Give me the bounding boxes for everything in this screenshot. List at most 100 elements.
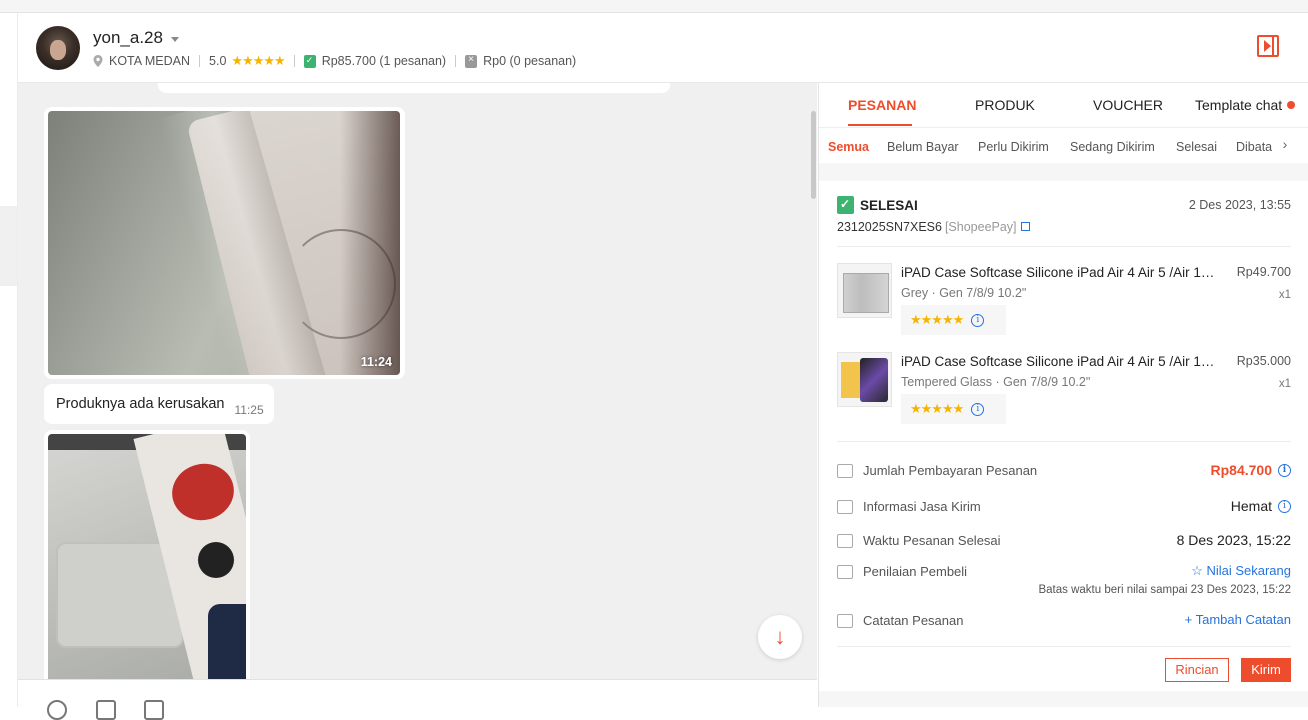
message-photo[interactable]: 11:24 xyxy=(48,111,400,375)
rating-stars-icon: ★★★★★ xyxy=(910,401,964,416)
cancelled-orders: Rp0 (0 pesanan) xyxy=(483,54,577,68)
tab-products[interactable]: PRODUK xyxy=(975,97,1035,113)
product-title[interactable]: iPAD Case Softcase Silicone iPad Air 4 A… xyxy=(901,354,1219,369)
info-icon[interactable]: i xyxy=(971,313,985,327)
details-button[interactable]: Rincian xyxy=(1165,658,1229,682)
order-item[interactable]: iPAD Case Softcase Silicone iPad Air 4 A… xyxy=(837,263,1291,343)
emoji-icon[interactable] xyxy=(47,700,67,720)
subtab-completed[interactable]: Selesai xyxy=(1176,140,1217,154)
cancelled-orders-icon xyxy=(465,54,478,68)
product-thumbnail[interactable] xyxy=(837,352,892,407)
completed-time-label: Waktu Pesanan Selesai xyxy=(863,533,1001,548)
divider xyxy=(837,246,1291,247)
rating-stars-icon: ★★★★★ xyxy=(910,312,964,327)
tab-vouchers[interactable]: VOUCHER xyxy=(1093,97,1163,113)
divider xyxy=(837,646,1291,647)
review-row: Penilaian Pembeli ☆ Nilai Sekarang xyxy=(837,563,1291,583)
order-id: 2312025SN7XES6 xyxy=(837,220,942,234)
payment-value: Rp84.700 i xyxy=(1211,462,1291,478)
username-dropdown[interactable]: yon_a.28 xyxy=(93,28,179,48)
truck-icon xyxy=(837,500,853,514)
order-status-label: SELESAI xyxy=(860,197,918,213)
product-variant: Tempered Glass · Gen 7/8/9 10.2" xyxy=(901,375,1091,389)
message-time: 11:25 xyxy=(234,403,264,417)
info-icon[interactable]: i xyxy=(1278,499,1291,513)
chat-header: yon_a.28 KOTA MEDAN 5.0 ★★★★★ Rp85.700 (… xyxy=(18,13,1308,83)
user-avatar[interactable] xyxy=(36,26,80,70)
completed-orders-icon xyxy=(303,54,316,68)
top-bar xyxy=(0,0,1308,13)
location-pin-icon xyxy=(93,55,103,67)
chevron-down-icon xyxy=(170,36,179,42)
message-time: 11:24 xyxy=(360,355,392,369)
collapse-panel-icon[interactable] xyxy=(1257,35,1279,57)
user-rating: 5.0 xyxy=(209,54,227,68)
info-icon[interactable]: i xyxy=(1278,463,1291,477)
rating-stars-icon: ★★★★★ xyxy=(231,53,285,68)
notification-dot xyxy=(1287,100,1296,109)
info-icon[interactable]: i xyxy=(971,402,985,416)
subtab-to-ship[interactable]: Perlu Dikirim xyxy=(978,140,1049,154)
completed-orders: Rp85.700 (1 pesanan) xyxy=(321,54,447,68)
order-id-row: 2312025SN7XES6 [ShopeePay] xyxy=(837,220,1030,234)
subtab-unpaid[interactable]: Belum Bayar xyxy=(887,140,959,154)
note-row: Catatan Pesanan + Tambah Catatan xyxy=(837,612,1291,632)
divider xyxy=(837,441,1291,442)
calendar-icon xyxy=(837,534,853,548)
review-icon xyxy=(837,565,853,579)
product-title[interactable]: iPAD Case Softcase Silicone iPad Air 4 A… xyxy=(901,265,1219,280)
payment-label: Jumlah Pembayaran Pesanan xyxy=(863,463,1038,478)
payment-icon xyxy=(837,464,853,478)
payment-method: [ShopeePay] xyxy=(944,220,1017,234)
product-rating: ★★★★★ i xyxy=(901,394,1006,424)
product-rating: ★★★★★ i xyxy=(901,305,1006,335)
message-photo[interactable] xyxy=(48,434,246,679)
subtab-all[interactable]: Semua xyxy=(828,140,869,154)
user-location: KOTA MEDAN xyxy=(109,54,191,68)
external-link-icon[interactable] xyxy=(1020,222,1030,231)
note-icon xyxy=(837,614,853,628)
chat-scrollbar[interactable] xyxy=(811,111,816,199)
subtab-cancelled[interactable]: Dibata xyxy=(1236,140,1272,154)
shipping-method: Hemat xyxy=(1230,498,1272,514)
product-quantity: x1 xyxy=(1278,378,1291,390)
order-panel: PESANAN PRODUK VOUCHER Template chat Sem… xyxy=(818,83,1308,707)
image-upload-icon[interactable] xyxy=(96,700,116,720)
completed-check-icon xyxy=(837,196,854,214)
image-message[interactable]: 11:24 xyxy=(44,107,405,379)
order-item[interactable]: iPAD Case Softcase Silicone iPad Air 4 A… xyxy=(837,352,1291,432)
image-message[interactable] xyxy=(44,430,250,679)
shipping-label: Informasi Jasa Kirim xyxy=(863,499,981,514)
user-meta: KOTA MEDAN 5.0 ★★★★★ Rp85.700 (1 pesanan… xyxy=(93,53,576,69)
review-deadline: Batas waktu beri nilai sampai 23 Des 202… xyxy=(1038,584,1291,596)
chevron-right-icon[interactable]: › xyxy=(1273,136,1297,156)
product-variant: Grey · Gen 7/8/9 10.2" xyxy=(901,286,1027,300)
left-sidebar-strip xyxy=(0,13,18,707)
username: yon_a.28 xyxy=(93,28,163,47)
send-button[interactable]: Kirim xyxy=(1241,658,1291,682)
scroll-to-bottom-button[interactable]: ↓ xyxy=(758,615,802,659)
product-thumbnail[interactable] xyxy=(837,263,892,318)
chat-messages[interactable]: 11:24 Produknya ada kerusakan 11:25 ↓ xyxy=(18,83,817,679)
tab-orders[interactable]: PESANAN xyxy=(848,97,916,113)
previous-message-bubble xyxy=(158,83,670,93)
completed-time-row: Waktu Pesanan Selesai 8 Des 2023, 15:22 xyxy=(837,532,1291,552)
sidebar-selected-block[interactable] xyxy=(0,206,17,286)
product-icon[interactable] xyxy=(144,700,164,720)
add-note-link[interactable]: + Tambah Catatan xyxy=(1185,612,1291,627)
payment-amount: Rp84.700 xyxy=(1210,462,1272,478)
tab-template-chat[interactable]: Template chat xyxy=(1195,97,1296,113)
product-quantity: x1 xyxy=(1278,289,1291,301)
subtab-shipping[interactable]: Sedang Dikirim xyxy=(1070,140,1155,154)
product-price: Rp35.000 xyxy=(1236,354,1291,368)
review-label: Penilaian Pembeli xyxy=(863,564,968,579)
order-date: 2 Des 2023, 13:55 xyxy=(1188,198,1291,212)
shipping-value: Hemat i xyxy=(1231,498,1291,514)
order-status: SELESAI xyxy=(837,196,918,214)
panel-tabs: PESANAN PRODUK VOUCHER Template chat xyxy=(819,83,1308,127)
tab-template-chat-label: Template chat xyxy=(1195,97,1283,113)
arrow-down-icon: ↓ xyxy=(774,624,786,649)
rate-now-link[interactable]: ☆ Nilai Sekarang xyxy=(1191,563,1291,579)
shipping-row: Informasi Jasa Kirim Hemat i xyxy=(837,498,1291,518)
order-card: SELESAI 2 Des 2023, 13:55 2312025SN7XES6… xyxy=(819,181,1308,691)
